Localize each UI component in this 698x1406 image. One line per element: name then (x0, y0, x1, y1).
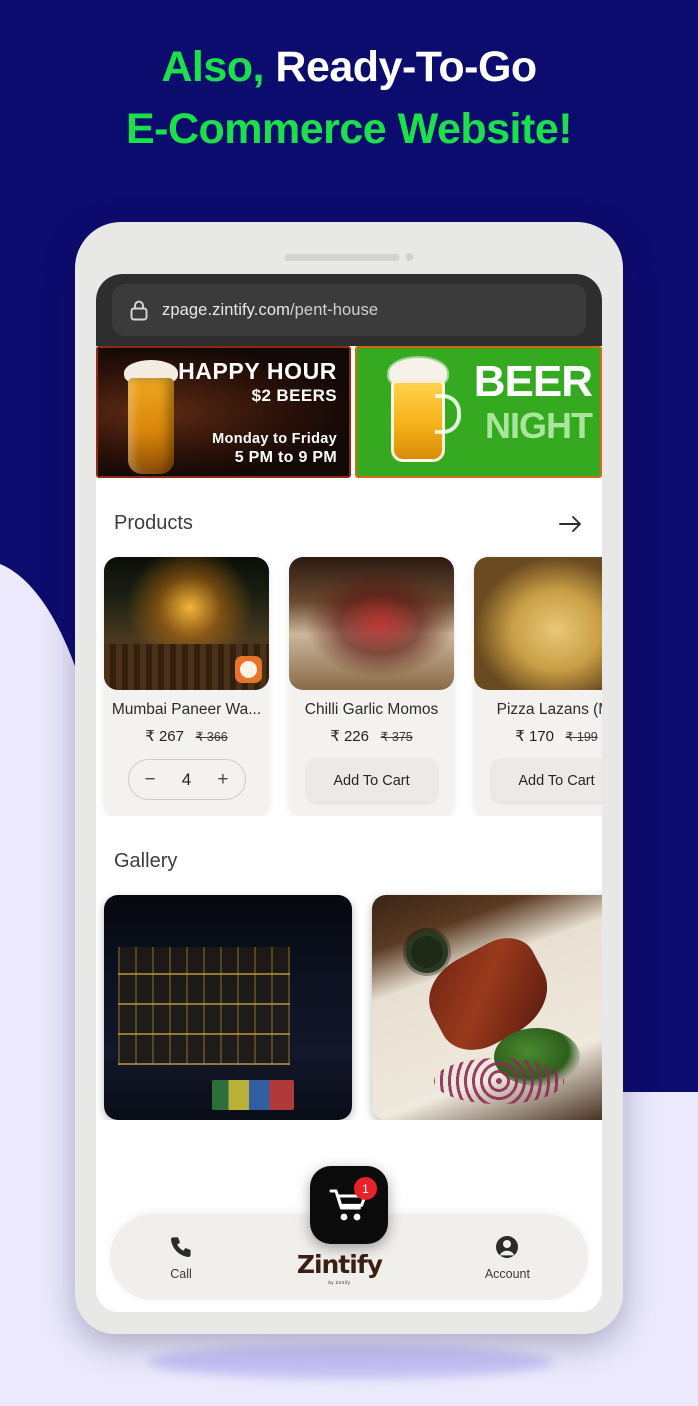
quantity-stepper[interactable]: − 4 + (127, 759, 246, 800)
nav-label-account: Account (484, 1266, 530, 1281)
products-section-header: Products (96, 478, 602, 535)
product-price: ₹ 267 (145, 728, 184, 745)
headline-also: Also, (161, 43, 264, 91)
product-price: ₹ 226 (330, 728, 369, 745)
nav-item-account[interactable]: Account (485, 1234, 530, 1281)
nav-item-call[interactable]: Call (168, 1234, 194, 1281)
decrement-button[interactable]: − (145, 769, 156, 791)
happy-hour-heading-group: HAPPY HOUR $2 BEERS (178, 358, 337, 406)
banner-hours: 5 PM to 9 PM (234, 449, 337, 466)
product-price: ₹ 170 (515, 728, 554, 745)
account-icon (496, 1235, 519, 1258)
gallery-title: Gallery (114, 850, 178, 872)
banner-line2: NIGHT (485, 405, 593, 446)
increment-button[interactable]: + (217, 769, 228, 791)
banner-title: HAPPY HOUR (178, 358, 337, 384)
banner-days: Monday to Friday (212, 431, 337, 447)
add-to-cart-button[interactable]: Add To Cart (306, 759, 437, 802)
product-card[interactable]: Chilli Garlic Momos ₹ 226 ₹ 375 Add To C… (289, 557, 454, 816)
url-text: zpage.zintify.com/pent-house (162, 301, 378, 320)
product-price-row: ₹ 170 ₹ 199 (474, 727, 602, 746)
product-image (104, 557, 269, 690)
product-original-price: ₹ 375 (380, 730, 413, 744)
products-title: Products (114, 512, 193, 534)
product-price-row: ₹ 267 ₹ 366 (104, 727, 269, 746)
product-name: Chilli Garlic Momos (304, 701, 439, 718)
veg-badge-icon (235, 656, 262, 683)
phone-mockup: zpage.zintify.com/pent-house HAPPY HOUR … (75, 222, 623, 1334)
product-name: Mumbai Paneer Wa... (111, 701, 262, 718)
banner-subtitle: $2 BEERS (251, 386, 337, 405)
gallery-image-bar-interior[interactable] (104, 895, 352, 1120)
front-camera-dot (405, 253, 414, 261)
banner-line1: BEER (473, 357, 593, 406)
add-to-cart-button[interactable]: Add To Cart (491, 759, 602, 802)
gallery-image-kebab-plate[interactable] (372, 895, 602, 1120)
product-original-price: ₹ 199 (565, 730, 598, 744)
brand-name: Zintify (296, 1249, 383, 1279)
promo-banner-carousel[interactable]: HAPPY HOUR $2 BEERS Monday to Friday 5 P… (96, 346, 602, 478)
gallery-section-header: Gallery (96, 816, 602, 873)
product-price-row: ₹ 226 ₹ 375 (289, 727, 454, 746)
phone-screen: zpage.zintify.com/pent-house HAPPY HOUR … (96, 274, 602, 1312)
product-name: Pizza Lazans (M- (496, 701, 602, 718)
arrow-right-icon[interactable] (558, 514, 584, 534)
poster-canvas: Also, Ready-To-Go E-Commerce Website! zp… (0, 0, 698, 1406)
phone-icon (170, 1236, 191, 1257)
phone-ground-shadow (148, 1345, 553, 1379)
banner-happy-hour[interactable]: HAPPY HOUR $2 BEERS Monday to Friday 5 P… (96, 346, 351, 478)
brand-logo: Zintify by Zintify (296, 1249, 383, 1285)
product-card[interactable]: Mumbai Paneer Wa... ₹ 267 ₹ 366 − 4 + (104, 557, 269, 816)
beer-night-heading-group: BEER NIGHT (473, 357, 593, 446)
beer-mug-image (379, 358, 465, 470)
cart-fab-button[interactable]: 1 (310, 1166, 388, 1244)
nav-label-call: Call (170, 1266, 192, 1281)
url-domain: zpage.zintify.com (162, 300, 290, 319)
speaker-grille (284, 253, 400, 261)
cart-badge: 1 (354, 1177, 377, 1200)
address-field[interactable]: zpage.zintify.com/pent-house (112, 284, 586, 336)
products-rail[interactable]: Mumbai Paneer Wa... ₹ 267 ₹ 366 − 4 + Ch… (96, 535, 602, 816)
product-image (289, 557, 454, 690)
browser-url-bar: zpage.zintify.com/pent-house (96, 274, 602, 346)
brand-subtext: by Zintify (328, 1279, 351, 1285)
phone-earpiece (284, 253, 414, 261)
banner-beer-night[interactable]: BEER NIGHT (355, 346, 602, 478)
beer-glass-image (120, 358, 182, 476)
headline-ecommerce-website: E-Commerce Website! (125, 104, 573, 153)
gallery-rail[interactable] (96, 873, 602, 1120)
lock-icon (130, 300, 148, 320)
product-original-price: ₹ 366 (195, 730, 228, 744)
product-card[interactable]: Pizza Lazans (M- ₹ 170 ₹ 199 Add To Cart (474, 557, 602, 816)
happy-hour-schedule-group: Monday to Friday 5 PM to 9 PM (212, 431, 337, 467)
poster-headline: Also, Ready-To-Go E-Commerce Website! (0, 40, 698, 158)
quantity-value: 4 (181, 769, 192, 789)
product-image (474, 557, 602, 690)
headline-ready-to-go: Ready-To-Go (275, 43, 537, 91)
onion-shape (434, 1058, 564, 1104)
url-path: /pent-house (289, 300, 379, 319)
